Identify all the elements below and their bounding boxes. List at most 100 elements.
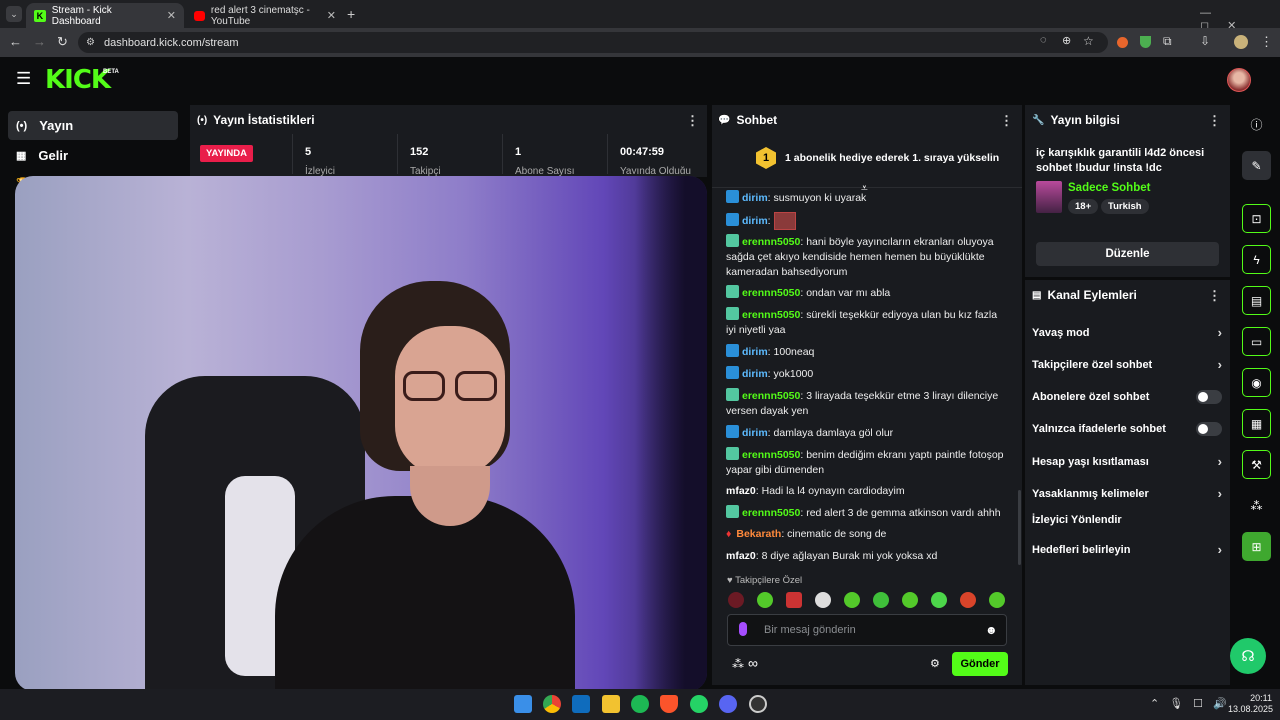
windows-start-icon[interactable] <box>514 695 532 713</box>
extension-icon[interactable] <box>1117 37 1128 48</box>
chat-username[interactable]: erennn5050 <box>742 309 800 321</box>
chat-username[interactable]: erennn5050 <box>742 507 800 519</box>
screenshot-icon[interactable]: ⊡ <box>1242 204 1271 233</box>
chat-username[interactable]: dirim <box>742 427 768 439</box>
emote-icon[interactable] <box>873 592 889 608</box>
sidebar-item-gelir[interactable]: ▦ Gelir <box>8 141 178 170</box>
notes-icon[interactable]: ▤ <box>1242 286 1271 315</box>
add-widget-icon[interactable]: ⊞ <box>1242 532 1271 561</box>
channel-actions-menu-icon[interactable]: ⋮ <box>1208 288 1221 304</box>
emote-icon[interactable] <box>989 592 1005 608</box>
tag-pill[interactable]: 18+ <box>1068 199 1099 214</box>
browser-menu-icon[interactable]: ⋮ <box>1260 34 1273 50</box>
edit-button[interactable]: Düzenle <box>1036 242 1219 266</box>
chat-menu-icon[interactable]: ⋮ <box>1000 113 1013 129</box>
chat-username[interactable]: dirim <box>742 192 768 204</box>
settings-gear-icon[interactable]: ⚙ <box>930 657 940 670</box>
clock[interactable]: 20:11 13.08.2025 <box>1228 693 1273 715</box>
stats-menu-icon[interactable]: ⋮ <box>686 113 699 129</box>
webcam-video[interactable] <box>15 176 707 691</box>
emotes-only-toggle[interactable] <box>1196 422 1222 436</box>
chat-username[interactable]: Bekarath <box>736 528 781 540</box>
send-button[interactable]: Gönder <box>952 652 1008 676</box>
chat-username[interactable]: erennn5050 <box>742 287 800 299</box>
subscribers-only-toggle[interactable] <box>1196 390 1222 404</box>
chrome-icon[interactable] <box>543 695 561 713</box>
new-tab-icon[interactable]: + <box>347 6 355 22</box>
shield-extension-icon[interactable] <box>1140 36 1151 48</box>
infinity-icon[interactable]: ∞ <box>748 655 758 671</box>
outlook-icon[interactable] <box>572 695 590 713</box>
action-account-age[interactable]: Hesap yaşı kısıtlaması › <box>1032 454 1222 469</box>
action-slow-mode[interactable]: Yavaş mod › <box>1032 325 1222 340</box>
whatsapp-icon[interactable] <box>690 695 708 713</box>
chat-username[interactable]: dirim <box>742 368 768 380</box>
chat-username[interactable]: erennn5050 <box>742 236 800 248</box>
emote-icon[interactable] <box>931 592 947 608</box>
site-info-icon[interactable]: ⚙ <box>86 37 95 48</box>
info-icon[interactable]: ⓘ <box>1242 110 1271 139</box>
eye-off-icon[interactable]: ◌ <box>1040 34 1047 46</box>
emoji-icon[interactable]: ☻ <box>985 623 998 637</box>
wrench-icon[interactable]: ⚒ <box>1242 450 1271 479</box>
emote-icon[interactable] <box>815 592 831 608</box>
kick-shapes-icon[interactable]: ⁂ <box>732 657 744 671</box>
microphone-icon[interactable] <box>739 622 747 636</box>
extensions-puzzle-icon[interactable]: ⧉ <box>1163 34 1172 49</box>
emote-icon[interactable] <box>960 592 976 608</box>
chat-username[interactable]: erennn5050 <box>742 390 800 402</box>
chat-username[interactable]: mfaz0 <box>726 550 756 562</box>
download-icon[interactable]: ⇩ <box>1200 34 1210 48</box>
action-followers-only[interactable]: Takipçilere özel sohbet › <box>1032 357 1222 372</box>
tab-search-icon[interactable]: ⌄ <box>6 6 22 22</box>
user-avatar[interactable] <box>1227 68 1251 92</box>
reload-icon[interactable]: ↻ <box>57 34 68 50</box>
profile-avatar[interactable] <box>1234 35 1248 49</box>
back-icon[interactable]: ← <box>9 34 22 49</box>
zoom-icon[interactable]: ⊕ <box>1062 34 1071 47</box>
sidebar-item-yayin[interactable]: (•) Yayın <box>8 111 178 140</box>
close-icon[interactable]: ✕ <box>327 9 336 22</box>
obs-icon[interactable] <box>749 695 767 713</box>
tab-kick-dashboard[interactable]: K Stream - Kick Dashboard ✕ <box>26 3 184 28</box>
chat-scrollbar[interactable] <box>1018 490 1021 565</box>
category-link[interactable]: Sadece Sohbet <box>1068 182 1150 194</box>
action-subscribers-only[interactable]: Abonelere özel sohbet <box>1032 390 1222 404</box>
close-icon[interactable]: ✕ <box>167 9 176 22</box>
stats-title-text: Yayın İstatistikleri <box>213 113 315 127</box>
support-headset-icon[interactable]: ☊ <box>1230 638 1266 674</box>
broadcast-icon[interactable]: ◉ <box>1242 368 1271 397</box>
action-emotes-only[interactable]: Yalnızca ifadelerle sohbet <box>1032 422 1222 436</box>
tab-youtube[interactable]: red alert 3 cinematşc - YouTube ✕ <box>186 3 344 28</box>
forward-icon[interactable]: → <box>33 34 46 49</box>
chat-username[interactable]: dirim <box>742 346 768 358</box>
chat-icon[interactable]: ▭ <box>1242 327 1271 356</box>
chat-username[interactable]: dirim <box>742 215 768 227</box>
emote-icon[interactable] <box>728 592 744 608</box>
chat-username[interactable]: mfaz0 <box>726 485 756 497</box>
badge-icon <box>726 425 739 438</box>
discord-icon[interactable] <box>719 695 737 713</box>
emote-icon[interactable] <box>786 592 802 608</box>
pencil-icon[interactable]: ✎ <box>1242 151 1271 180</box>
bookmark-star-icon[interactable]: ☆ <box>1083 34 1094 48</box>
action-banned-words[interactable]: Yasaklanmış kelimeler › <box>1032 486 1222 501</box>
emote-icon[interactable] <box>844 592 860 608</box>
address-bar[interactable]: dashboard.kick.com/stream <box>78 32 1108 53</box>
chat-username[interactable]: erennn5050 <box>742 449 800 461</box>
kick-logo[interactable]: KICK <box>45 65 111 95</box>
tag-pill[interactable]: Turkish <box>1101 199 1149 214</box>
hamburger-menu-icon[interactable]: ☰ <box>16 69 31 89</box>
spotify-icon[interactable] <box>631 695 649 713</box>
emote-icon[interactable] <box>902 592 918 608</box>
system-tray-icons[interactable]: ⌃🎙☐🔊 <box>1150 697 1237 710</box>
stream-info-menu-icon[interactable]: ⋮ <box>1208 113 1221 129</box>
brave-icon[interactable] <box>660 695 678 713</box>
emote-icon[interactable] <box>757 592 773 608</box>
channel-icon[interactable]: ▦ <box>1242 409 1271 438</box>
lightning-icon[interactable]: ϟ <box>1242 245 1271 274</box>
file-explorer-icon[interactable] <box>602 695 620 713</box>
action-raid[interactable]: İzleyici Yönlendir <box>1032 514 1222 526</box>
kick-shapes-icon[interactable]: ⁂ <box>1242 491 1271 520</box>
action-set-goals[interactable]: Hedefleri belirleyin › <box>1032 542 1222 557</box>
